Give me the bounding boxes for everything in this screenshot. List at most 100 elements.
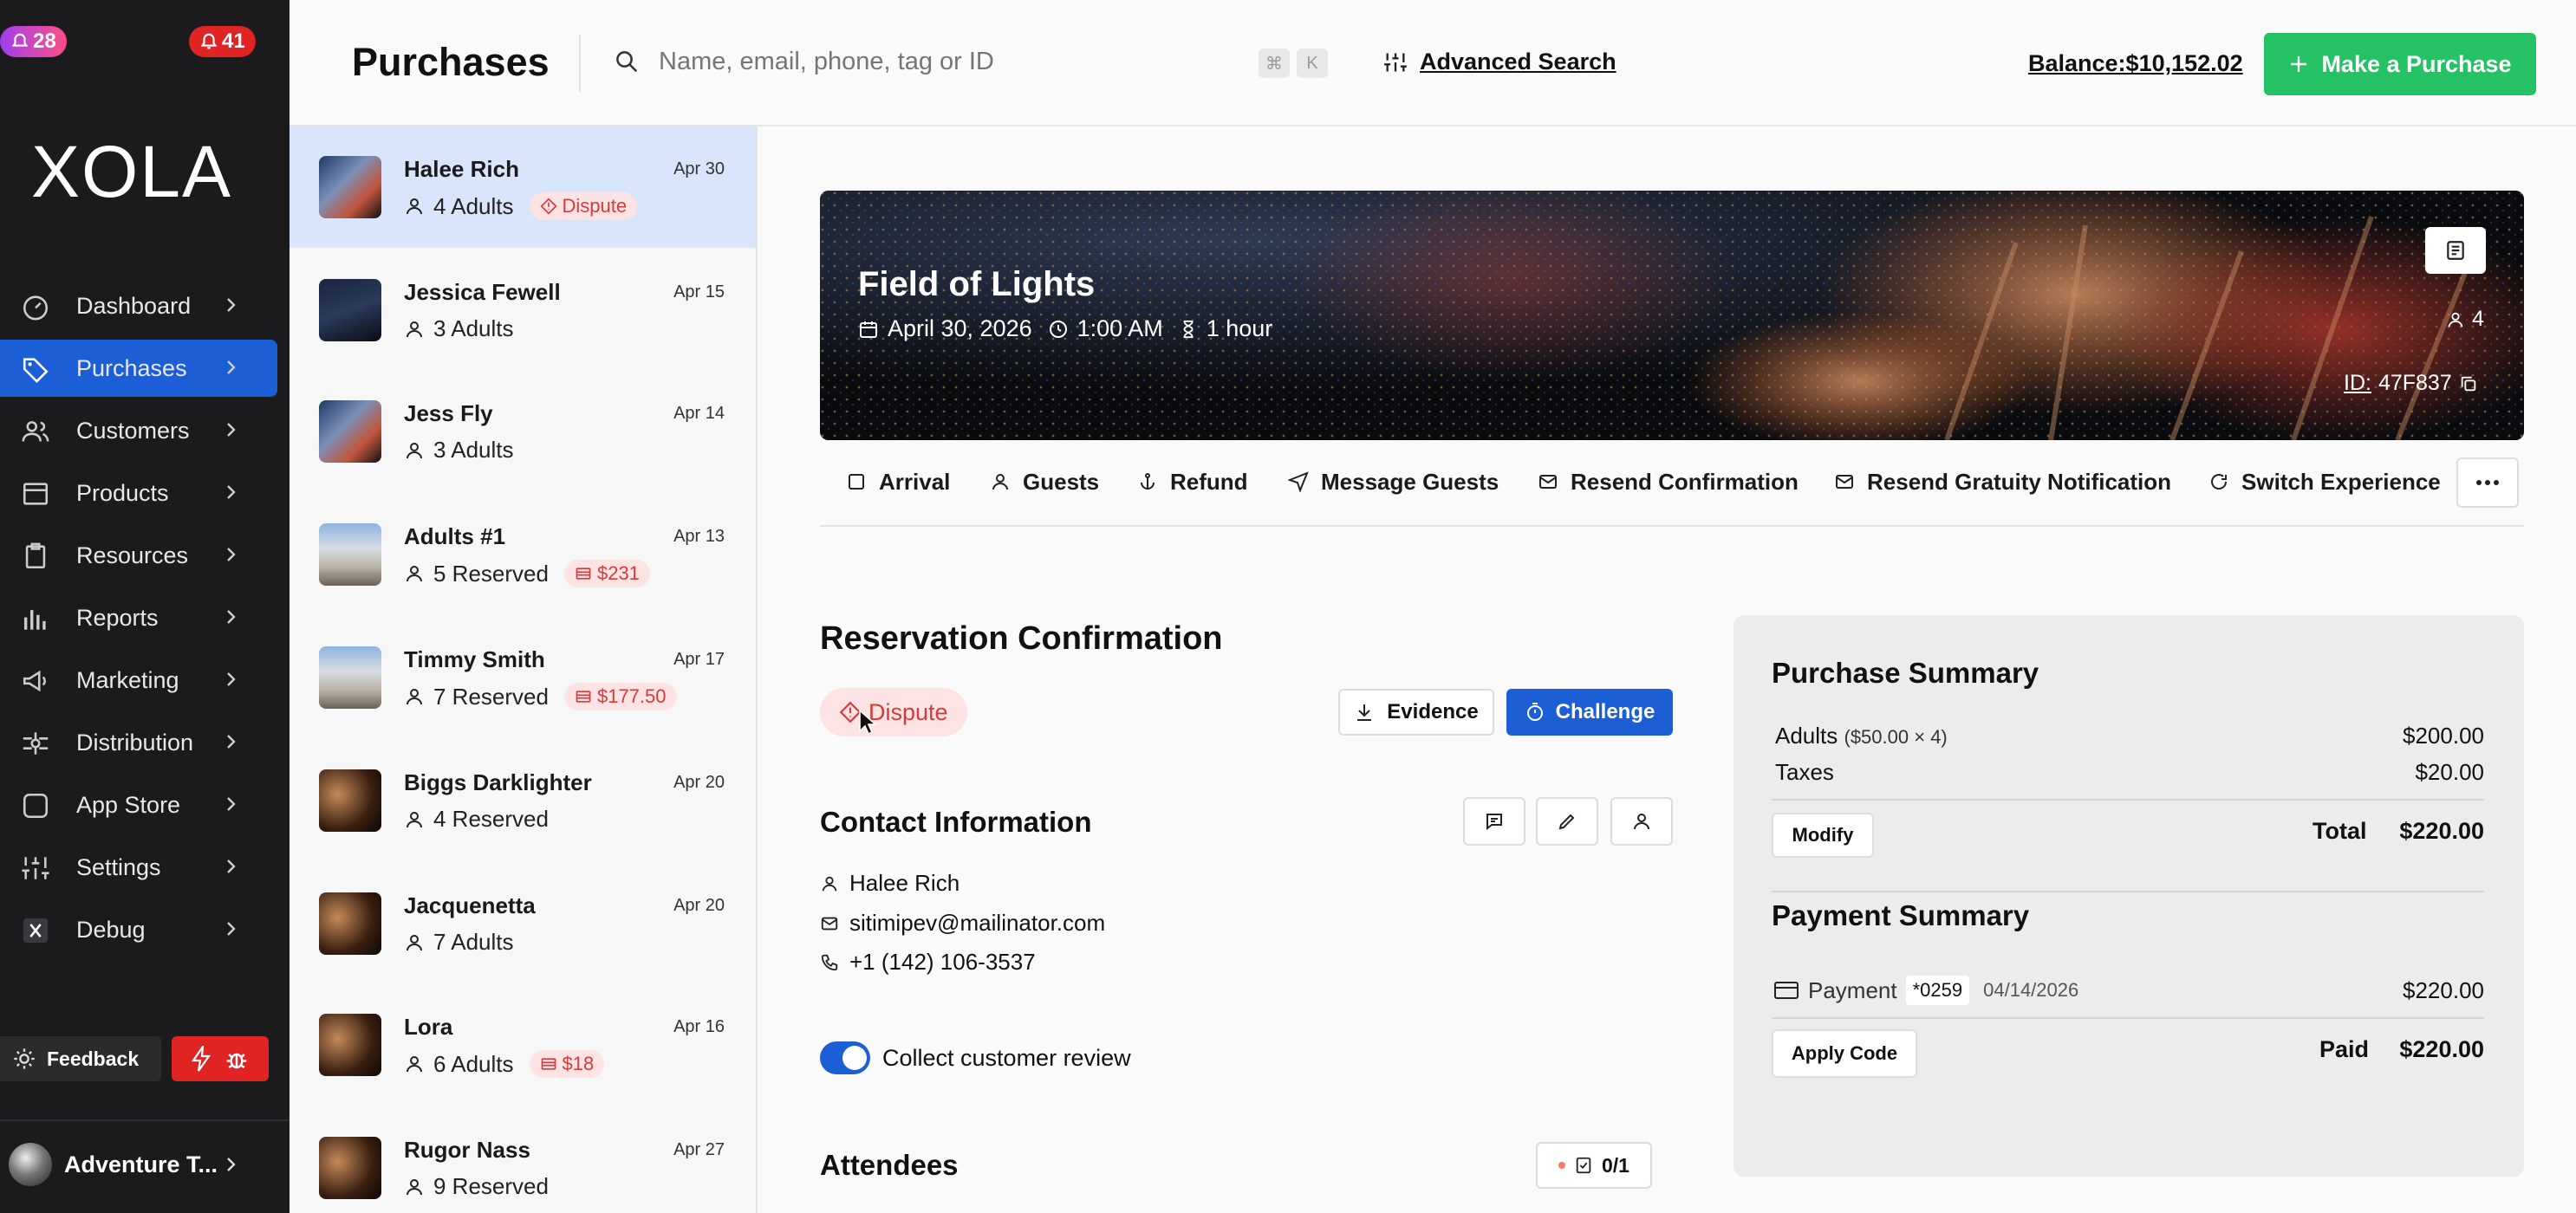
list-item-date: Apr 14	[673, 404, 725, 423]
sidebar-item-customers[interactable]: Customers	[0, 402, 277, 459]
contact-title: Contact Information	[820, 806, 1092, 838]
list-item[interactable]: Jacquenetta Apr 20 7 Adults	[289, 863, 756, 984]
account-menu[interactable]: Adventure T...	[9, 1142, 269, 1187]
tab-label: Switch Experience	[2241, 468, 2441, 495]
view-customer-button[interactable]	[1610, 797, 1673, 846]
sidebar-item-settings[interactable]: Settings	[0, 839, 277, 896]
download-icon	[1357, 704, 1372, 721]
sidebar-item-resources[interactable]: Resources	[0, 527, 277, 584]
review-toggle[interactable]	[820, 1041, 870, 1074]
nav-icon-wrap	[21, 916, 50, 945]
taxes-amount: $20.00	[2415, 759, 2484, 785]
modify-button[interactable]: Modify	[1772, 813, 1874, 858]
apply-code-button[interactable]: Apply Code	[1772, 1029, 1917, 1078]
chevron-wrap	[220, 419, 241, 440]
list-item[interactable]: Timmy Smith Apr 17 7 Reserved $177.50	[289, 617, 756, 738]
make-purchase-button[interactable]: Make a Purchase	[2264, 33, 2536, 95]
tab-label: Guests	[1023, 468, 1100, 495]
adults-label: Adults	[1775, 723, 1838, 749]
experience-thumbnail	[319, 769, 381, 832]
edit-contact-button[interactable]	[1536, 797, 1598, 846]
chevron-right-icon	[227, 1158, 236, 1171]
sidebar-item-reports[interactable]: Reports	[0, 589, 277, 646]
nav-icon-wrap	[21, 853, 50, 883]
make-purchase-label: Make a Purchase	[2321, 50, 2512, 77]
sidebar-item-products[interactable]: Products	[0, 464, 277, 522]
dispute-status-badge[interactable]: Dispute	[820, 688, 967, 736]
tab-refund[interactable]: Refund	[1137, 464, 1248, 499]
list-item-badge: $18	[529, 1050, 605, 1078]
tabs-divider	[820, 525, 2524, 527]
notification-badge[interactable]: 28	[0, 26, 67, 57]
paid-label: Paid	[2319, 1036, 2370, 1062]
list-item[interactable]: Biggs Darklighter Apr 20 4 Reserved	[289, 740, 756, 861]
more-actions-button[interactable]	[2456, 457, 2519, 508]
sidebar-item-app-store[interactable]: App Store	[0, 776, 277, 834]
sidebar-item-label: Purchases	[76, 354, 187, 381]
clipboard-icon	[25, 542, 46, 569]
sidebar-item-label: Reports	[76, 604, 159, 631]
sidebar-item-label: Settings	[76, 853, 161, 880]
debug-bug-button[interactable]	[172, 1036, 269, 1081]
user-icon	[822, 876, 837, 891]
sidebar-item-debug[interactable]: Debug	[0, 901, 277, 958]
sidebar-item-dashboard[interactable]: Dashboard	[0, 277, 277, 334]
payment-amount: $220.00	[2403, 977, 2484, 1003]
money-icon	[576, 568, 591, 580]
distribution-icon	[23, 732, 49, 755]
sidebar-item-distribution[interactable]: Distribution	[0, 714, 277, 771]
tab-guests[interactable]: Guests	[990, 464, 1099, 499]
balance-link[interactable]: Balance:$10,152.02	[2028, 50, 2243, 77]
feedback-button[interactable]: Feedback	[0, 1036, 161, 1081]
tab-arrival[interactable]: Arrival	[846, 464, 950, 499]
experience-hero: Field of Lights April 30, 2026 1:00 AM 1…	[820, 191, 2524, 440]
search-input[interactable]	[659, 42, 1179, 81]
advanced-search-link[interactable]: Advanced Search	[1383, 49, 1617, 75]
payment-line: Payment *0259 04/14/2026	[1773, 976, 2078, 1005]
list-item[interactable]: Jess Fly Apr 14 3 Adults	[289, 371, 756, 492]
divider	[1772, 799, 2484, 801]
taxes-label: Taxes	[1775, 759, 1834, 785]
user-icon	[407, 689, 422, 705]
contact-email[interactable]: sitimipev@mailinator.com	[849, 910, 1105, 937]
list-item[interactable]: Jessica Fewell Apr 15 3 Adults	[289, 250, 756, 371]
list-item-date: Apr 20	[673, 896, 725, 915]
contact-name: Halee Rich	[849, 870, 960, 896]
attendees-checkin-button[interactable]: 0/1	[1536, 1142, 1652, 1189]
tab-message-guests[interactable]: Message Guests	[1288, 464, 1499, 499]
user-icon	[407, 198, 422, 215]
tab-resend-gratuity-notification[interactable]: Resend Gratuity Notification	[1834, 464, 2171, 499]
list-item[interactable]: Lora Apr 16 6 Adults $18	[289, 984, 756, 1106]
header-divider	[579, 35, 581, 92]
challenge-button[interactable]: Challenge	[1506, 689, 1673, 736]
badge-label: $18	[562, 1053, 595, 1074]
list-item[interactable]: Halee Rich Apr 30 4 Adults Dispute	[289, 126, 756, 248]
list-item[interactable]: Adults #1 Apr 13 5 Reserved $231	[289, 494, 756, 615]
list-item[interactable]: Rugor Nass Apr 27 9 Reserved	[289, 1107, 756, 1213]
evidence-button[interactable]: Evidence	[1338, 689, 1494, 736]
chevron-wrap	[220, 856, 241, 877]
sidebar-item-marketing[interactable]: Marketing	[0, 652, 277, 709]
sidebar-item-purchases[interactable]: Purchases	[0, 340, 277, 397]
gauge-icon	[23, 295, 49, 321]
contact-phone[interactable]: +1 (142) 106-3537	[849, 949, 1036, 976]
notes-button[interactable]	[2425, 227, 2486, 274]
list-item-date: Apr 17	[673, 650, 725, 669]
money-icon	[541, 1058, 556, 1070]
copy-icon[interactable]	[2459, 374, 2478, 393]
list-item-name: Lora	[404, 1014, 453, 1040]
summary-panel: Purchase Summary Adults ($50.00 × 4) $20…	[1734, 615, 2524, 1177]
evidence-label: Evidence	[1387, 700, 1479, 723]
list-item-name: Rugor Nass	[404, 1137, 530, 1163]
message-contact-button[interactable]	[1463, 797, 1525, 846]
tab-resend-confirmation[interactable]: Resend Confirmation	[1538, 464, 1799, 499]
alert-badge[interactable]: 41	[189, 26, 256, 57]
advanced-search-label: Advanced Search	[1420, 49, 1617, 75]
sidebar-item-label: Debug	[76, 916, 146, 943]
tab-switch-experience[interactable]: Switch Experience	[2208, 464, 2441, 499]
send-icon	[1288, 471, 1309, 492]
rotate-icon	[2211, 474, 2228, 490]
app-square-icon	[23, 793, 49, 819]
chevron-right-icon	[227, 922, 236, 936]
logo[interactable]: XOLA	[0, 130, 263, 214]
